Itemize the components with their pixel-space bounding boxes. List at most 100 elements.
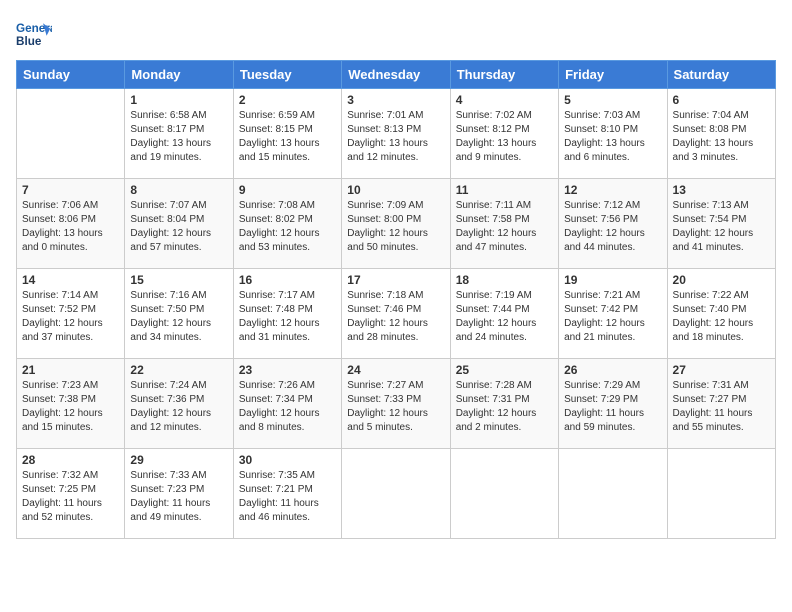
calendar-cell: 10Sunrise: 7:09 AMSunset: 8:00 PMDayligh… <box>342 179 450 269</box>
calendar-cell: 5Sunrise: 7:03 AMSunset: 8:10 PMDaylight… <box>559 89 667 179</box>
calendar-cell: 23Sunrise: 7:26 AMSunset: 7:34 PMDayligh… <box>233 359 341 449</box>
cell-info: and 57 minutes. <box>130 241 227 255</box>
day-header-sunday: Sunday <box>17 61 125 89</box>
cell-info: Sunrise: 7:02 AM <box>456 109 553 123</box>
calendar-cell: 7Sunrise: 7:06 AMSunset: 8:06 PMDaylight… <box>17 179 125 269</box>
calendar-cell: 18Sunrise: 7:19 AMSunset: 7:44 PMDayligh… <box>450 269 558 359</box>
cell-info: Daylight: 13 hours <box>22 227 119 241</box>
day-number: 7 <box>22 183 119 197</box>
calendar-cell: 30Sunrise: 7:35 AMSunset: 7:21 PMDayligh… <box>233 449 341 539</box>
cell-info: Daylight: 12 hours <box>456 317 553 331</box>
calendar-week-row: 1Sunrise: 6:58 AMSunset: 8:17 PMDaylight… <box>17 89 776 179</box>
calendar-cell: 13Sunrise: 7:13 AMSunset: 7:54 PMDayligh… <box>667 179 775 269</box>
cell-info: Sunrise: 7:08 AM <box>239 199 336 213</box>
calendar-cell: 21Sunrise: 7:23 AMSunset: 7:38 PMDayligh… <box>17 359 125 449</box>
cell-info: Sunset: 7:42 PM <box>564 303 661 317</box>
cell-info: Sunset: 7:27 PM <box>673 393 770 407</box>
cell-info: and 24 minutes. <box>456 331 553 345</box>
day-number: 23 <box>239 363 336 377</box>
calendar-cell: 15Sunrise: 7:16 AMSunset: 7:50 PMDayligh… <box>125 269 233 359</box>
cell-info: Sunrise: 7:27 AM <box>347 379 444 393</box>
cell-info: Sunrise: 7:35 AM <box>239 469 336 483</box>
cell-info: Daylight: 12 hours <box>347 317 444 331</box>
cell-info: and 37 minutes. <box>22 331 119 345</box>
cell-info: Sunrise: 6:59 AM <box>239 109 336 123</box>
cell-info: Sunrise: 7:28 AM <box>456 379 553 393</box>
calendar-cell: 26Sunrise: 7:29 AMSunset: 7:29 PMDayligh… <box>559 359 667 449</box>
svg-text:Blue: Blue <box>16 35 42 48</box>
cell-info: and 12 minutes. <box>347 151 444 165</box>
cell-info: Daylight: 11 hours <box>564 407 661 421</box>
page-header: General Blue <box>16 16 776 52</box>
cell-info: Sunset: 7:36 PM <box>130 393 227 407</box>
cell-info: Sunrise: 7:13 AM <box>673 199 770 213</box>
day-number: 4 <box>456 93 553 107</box>
cell-info: and 28 minutes. <box>347 331 444 345</box>
calendar-week-row: 21Sunrise: 7:23 AMSunset: 7:38 PMDayligh… <box>17 359 776 449</box>
cell-info: Sunset: 7:44 PM <box>456 303 553 317</box>
cell-info: and 52 minutes. <box>22 511 119 525</box>
calendar-cell: 8Sunrise: 7:07 AMSunset: 8:04 PMDaylight… <box>125 179 233 269</box>
cell-info: Sunrise: 7:14 AM <box>22 289 119 303</box>
cell-info: Sunrise: 7:29 AM <box>564 379 661 393</box>
cell-info: Sunrise: 7:32 AM <box>22 469 119 483</box>
cell-info: and 50 minutes. <box>347 241 444 255</box>
calendar-cell: 19Sunrise: 7:21 AMSunset: 7:42 PMDayligh… <box>559 269 667 359</box>
day-number: 26 <box>564 363 661 377</box>
cell-info: Sunset: 7:50 PM <box>130 303 227 317</box>
cell-info: Daylight: 12 hours <box>130 317 227 331</box>
cell-info: Daylight: 13 hours <box>239 137 336 151</box>
day-number: 20 <box>673 273 770 287</box>
day-number: 21 <box>22 363 119 377</box>
cell-info: Sunrise: 7:17 AM <box>239 289 336 303</box>
calendar-table: SundayMondayTuesdayWednesdayThursdayFrid… <box>16 60 776 539</box>
cell-info: Sunset: 8:17 PM <box>130 123 227 137</box>
day-header-wednesday: Wednesday <box>342 61 450 89</box>
day-number: 14 <box>22 273 119 287</box>
cell-info: and 12 minutes. <box>130 421 227 435</box>
cell-info: Sunrise: 7:04 AM <box>673 109 770 123</box>
cell-info: Daylight: 13 hours <box>130 137 227 151</box>
logo: General Blue <box>16 16 56 52</box>
cell-info: Sunset: 7:46 PM <box>347 303 444 317</box>
calendar-cell: 12Sunrise: 7:12 AMSunset: 7:56 PMDayligh… <box>559 179 667 269</box>
cell-info: Sunrise: 7:33 AM <box>130 469 227 483</box>
cell-info: Daylight: 12 hours <box>239 317 336 331</box>
calendar-cell <box>667 449 775 539</box>
cell-info: Sunset: 7:25 PM <box>22 483 119 497</box>
cell-info: Sunset: 8:02 PM <box>239 213 336 227</box>
calendar-cell: 29Sunrise: 7:33 AMSunset: 7:23 PMDayligh… <box>125 449 233 539</box>
cell-info: Sunset: 8:15 PM <box>239 123 336 137</box>
calendar-cell: 22Sunrise: 7:24 AMSunset: 7:36 PMDayligh… <box>125 359 233 449</box>
cell-info: Sunset: 7:33 PM <box>347 393 444 407</box>
calendar-cell: 17Sunrise: 7:18 AMSunset: 7:46 PMDayligh… <box>342 269 450 359</box>
calendar-cell: 9Sunrise: 7:08 AMSunset: 8:02 PMDaylight… <box>233 179 341 269</box>
cell-info: Sunset: 7:40 PM <box>673 303 770 317</box>
calendar-cell: 11Sunrise: 7:11 AMSunset: 7:58 PMDayligh… <box>450 179 558 269</box>
cell-info: and 34 minutes. <box>130 331 227 345</box>
cell-info: Sunset: 7:48 PM <box>239 303 336 317</box>
cell-info: and 31 minutes. <box>239 331 336 345</box>
day-number: 1 <box>130 93 227 107</box>
cell-info: Daylight: 12 hours <box>564 317 661 331</box>
calendar-week-row: 14Sunrise: 7:14 AMSunset: 7:52 PMDayligh… <box>17 269 776 359</box>
calendar-cell: 16Sunrise: 7:17 AMSunset: 7:48 PMDayligh… <box>233 269 341 359</box>
day-header-tuesday: Tuesday <box>233 61 341 89</box>
day-number: 22 <box>130 363 227 377</box>
cell-info: Daylight: 12 hours <box>564 227 661 241</box>
cell-info: Sunset: 7:34 PM <box>239 393 336 407</box>
cell-info: and 19 minutes. <box>130 151 227 165</box>
day-header-monday: Monday <box>125 61 233 89</box>
cell-info: Daylight: 12 hours <box>130 227 227 241</box>
cell-info: Sunset: 8:13 PM <box>347 123 444 137</box>
cell-info: and 2 minutes. <box>456 421 553 435</box>
cell-info: Sunset: 8:00 PM <box>347 213 444 227</box>
calendar-cell: 28Sunrise: 7:32 AMSunset: 7:25 PMDayligh… <box>17 449 125 539</box>
cell-info: and 21 minutes. <box>564 331 661 345</box>
cell-info: Daylight: 12 hours <box>347 227 444 241</box>
calendar-header-row: SundayMondayTuesdayWednesdayThursdayFrid… <box>17 61 776 89</box>
cell-info: Sunset: 8:08 PM <box>673 123 770 137</box>
cell-info: Daylight: 12 hours <box>456 227 553 241</box>
cell-info: Sunrise: 7:31 AM <box>673 379 770 393</box>
calendar-cell <box>342 449 450 539</box>
